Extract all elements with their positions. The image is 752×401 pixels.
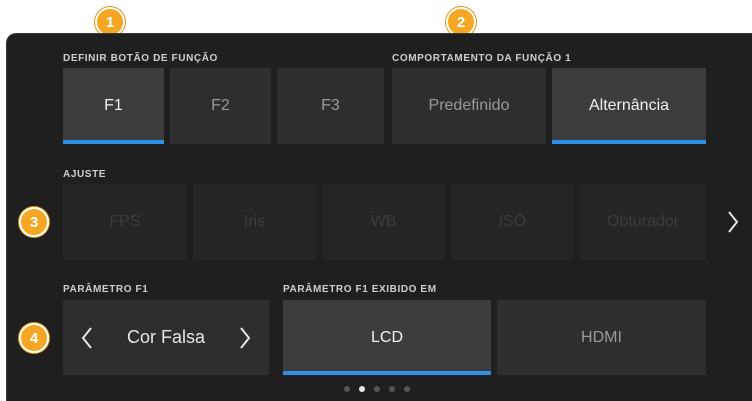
toggle-button[interactable]: Alternância (552, 68, 706, 144)
f1-button[interactable]: F1 (63, 68, 164, 144)
page-dot[interactable] (374, 386, 380, 392)
f2-button[interactable]: F2 (170, 68, 271, 144)
adjust-fps-button[interactable]: FPS (63, 184, 187, 260)
predefined-button[interactable]: Predefinido (392, 68, 546, 144)
adjust-wb-button[interactable]: WB (322, 184, 445, 260)
parameter-display-label: PARÂMETRO F1 EXIBIDO EM (283, 284, 437, 295)
page-dot[interactable] (344, 386, 350, 392)
parameter-label: PARÂMETRO F1 (63, 284, 149, 295)
f3-button[interactable]: F3 (277, 68, 384, 144)
adjust-shutter-button[interactable]: Obturador (580, 184, 706, 260)
chevron-right-icon[interactable] (723, 206, 743, 238)
adjust-iris-button[interactable]: Iris (193, 184, 316, 260)
page-dot[interactable] (389, 386, 395, 392)
camera-touchscreen: DEFINIR BOTÃO DE FUNÇÃO F1 F2 F3 COMPORT… (6, 33, 752, 401)
adjust-iso-button[interactable]: ISO (451, 184, 574, 260)
page-dot-current[interactable] (359, 386, 365, 392)
adjust-label: AJUSTE (63, 169, 107, 180)
callout-badge-3: 3 (19, 207, 49, 237)
function-button-label: DEFINIR BOTÃO DE FUNÇÃO (63, 53, 218, 64)
page-indicator (344, 386, 410, 392)
chevron-right-icon[interactable] (235, 322, 255, 354)
callout-badge-4: 4 (19, 323, 49, 353)
lcd-button[interactable]: LCD (283, 300, 491, 375)
parameter-stepper[interactable]: Cor Falsa (63, 300, 269, 375)
function-behavior-label: COMPORTAMENTO DA FUNÇÃO 1 (392, 53, 572, 64)
hdmi-button[interactable]: HDMI (497, 300, 706, 375)
page-dot[interactable] (404, 386, 410, 392)
